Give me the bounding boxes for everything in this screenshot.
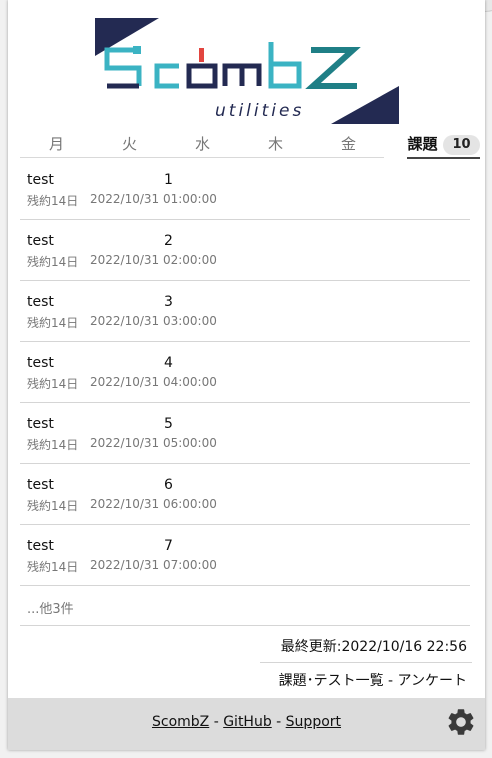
more-tasks-row: ...他3件 [20, 587, 470, 626]
task-remaining: 残約14日 [27, 377, 79, 391]
task-subject: test [27, 477, 54, 493]
task-deadline: 2022/10/31 06:00:00 [90, 497, 217, 511]
task-item-4[interactable]: test 4 残約14日 2022/10/31 04:00:00 [20, 342, 470, 403]
task-item-7[interactable]: test 7 残約14日 2022/10/31 07:00:00 [20, 525, 470, 586]
task-title: 5 [164, 416, 173, 432]
task-remaining: 残約14日 [27, 255, 79, 269]
task-deadline: 2022/10/31 01:00:00 [90, 192, 217, 206]
logo-subtitle: utilities [215, 101, 304, 121]
task-remaining: 残約14日 [27, 194, 79, 208]
task-deadline: 2022/10/31 02:00:00 [90, 253, 217, 267]
task-deadline: 2022/10/31 03:00:00 [90, 314, 217, 328]
task-item-3[interactable]: test 3 残約14日 2022/10/31 03:00:00 [20, 281, 470, 342]
task-deadline: 2022/10/31 04:00:00 [90, 375, 217, 389]
task-item-5[interactable]: test 5 残約14日 2022/10/31 05:00:00 [20, 403, 470, 464]
task-subject: test [27, 416, 54, 432]
scombz-link[interactable]: ScombZ [152, 714, 209, 730]
task-title: 1 [164, 172, 173, 188]
tab-tasks[interactable]: 課題 10 [407, 130, 480, 159]
task-remaining: 残約14日 [27, 316, 79, 330]
extension-popup: utilities 月 火 水 木 金 課題 10 test 1 残約14日 20… [8, 0, 485, 750]
footer-separator: - [209, 714, 224, 730]
tab-tasks-label: 課題 [407, 135, 438, 153]
task-subject: test [27, 355, 54, 371]
task-item-2[interactable]: test 2 残約14日 2022/10/31 02:00:00 [20, 220, 470, 281]
task-title: 2 [164, 233, 173, 249]
task-item-1[interactable]: test 1 残約14日 2022/10/31 01:00:00 [20, 159, 470, 220]
gear-icon[interactable] [445, 706, 477, 738]
support-link[interactable]: Support [286, 714, 341, 730]
last-updated: 最終更新:2022/10/16 22:56 [280, 639, 467, 655]
github-link[interactable]: GitHub [223, 714, 272, 730]
task-deadline: 2022/10/31 05:00:00 [90, 436, 217, 450]
task-deadline: 2022/10/31 07:00:00 [90, 558, 217, 572]
tab-monday[interactable]: 月 [20, 130, 93, 158]
tab-wednesday[interactable]: 水 [166, 130, 239, 158]
tab-thursday[interactable]: 木 [239, 130, 312, 158]
day-tabs: 月 火 水 木 金 課題 10 [20, 130, 480, 160]
task-subject: test [27, 294, 54, 310]
task-list: test 1 残約14日 2022/10/31 01:00:00 test 2 … [20, 159, 470, 586]
task-subject: test [27, 538, 54, 554]
more-tasks-text: ...他3件 [27, 602, 74, 617]
tab-tuesday[interactable]: 火 [93, 130, 166, 158]
task-remaining: 残約14日 [27, 438, 79, 452]
task-title: 7 [164, 538, 173, 554]
scombz-utilities-logo: utilities [95, 18, 399, 124]
footer-bar: ScombZ - GitHub - Support [8, 698, 485, 750]
task-subject: test [27, 172, 54, 188]
task-test-list-link[interactable]: 課題･テスト一覧 [279, 673, 384, 689]
task-title: 4 [164, 355, 173, 371]
footer-separator: - [271, 714, 286, 730]
task-title: 3 [164, 294, 173, 310]
task-item-6[interactable]: test 6 残約14日 2022/10/31 06:00:00 [20, 464, 470, 525]
task-subject: test [27, 233, 54, 249]
task-remaining: 残約14日 [27, 499, 79, 513]
tab-friday[interactable]: 金 [312, 130, 385, 158]
survey-link[interactable]: アンケート [398, 673, 467, 689]
task-title: 6 [164, 477, 173, 493]
task-remaining: 残約14日 [27, 560, 79, 574]
link-separator: - [383, 673, 398, 689]
footer-links: ScombZ - GitHub - Support [8, 714, 485, 730]
tasks-count-badge: 10 [443, 135, 480, 155]
links-divider [260, 662, 472, 663]
quick-links: 課題･テスト一覧 - アンケート [279, 670, 467, 690]
